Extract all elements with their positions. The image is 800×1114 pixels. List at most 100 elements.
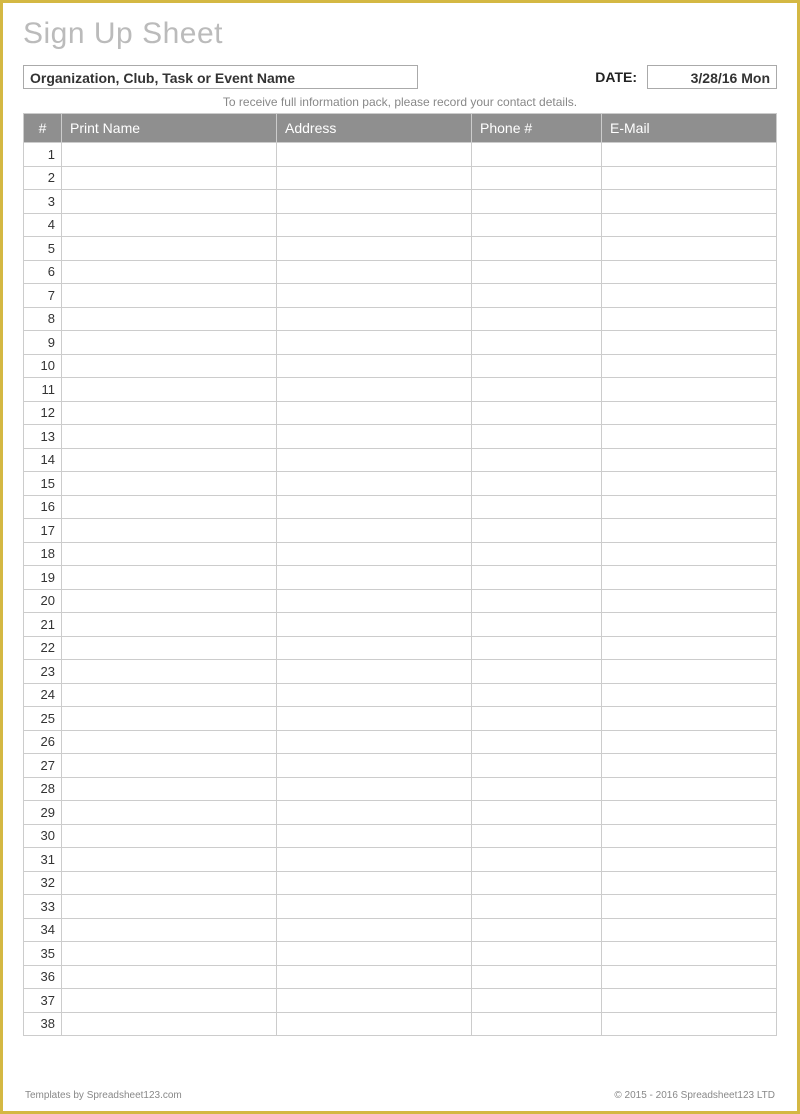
cell-email[interactable] [602, 589, 777, 613]
cell-name[interactable] [62, 542, 277, 566]
cell-email[interactable] [602, 495, 777, 519]
cell-address[interactable] [277, 331, 472, 355]
cell-num[interactable]: 23 [24, 660, 62, 684]
cell-address[interactable] [277, 824, 472, 848]
cell-email[interactable] [602, 166, 777, 190]
cell-email[interactable] [602, 683, 777, 707]
cell-phone[interactable] [472, 519, 602, 543]
cell-address[interactable] [277, 989, 472, 1013]
cell-phone[interactable] [472, 331, 602, 355]
date-field[interactable]: 3/28/16 Mon [647, 65, 777, 89]
cell-phone[interactable] [472, 707, 602, 731]
cell-name[interactable] [62, 636, 277, 660]
cell-num[interactable]: 35 [24, 942, 62, 966]
cell-email[interactable] [602, 331, 777, 355]
cell-address[interactable] [277, 237, 472, 261]
cell-address[interactable] [277, 260, 472, 284]
cell-email[interactable] [602, 401, 777, 425]
cell-phone[interactable] [472, 613, 602, 637]
cell-num[interactable]: 30 [24, 824, 62, 848]
cell-address[interactable] [277, 566, 472, 590]
cell-num[interactable]: 27 [24, 754, 62, 778]
cell-address[interactable] [277, 895, 472, 919]
cell-email[interactable] [602, 942, 777, 966]
cell-email[interactable] [602, 660, 777, 684]
cell-num[interactable]: 17 [24, 519, 62, 543]
cell-phone[interactable] [472, 260, 602, 284]
cell-email[interactable] [602, 918, 777, 942]
cell-num[interactable]: 11 [24, 378, 62, 402]
cell-name[interactable] [62, 660, 277, 684]
cell-email[interactable] [602, 284, 777, 308]
cell-address[interactable] [277, 519, 472, 543]
cell-phone[interactable] [472, 542, 602, 566]
cell-name[interactable] [62, 519, 277, 543]
cell-address[interactable] [277, 1012, 472, 1036]
cell-name[interactable] [62, 190, 277, 214]
cell-name[interactable] [62, 425, 277, 449]
cell-email[interactable] [602, 566, 777, 590]
cell-num[interactable]: 22 [24, 636, 62, 660]
cell-address[interactable] [277, 777, 472, 801]
cell-num[interactable]: 18 [24, 542, 62, 566]
cell-phone[interactable] [472, 824, 602, 848]
cell-num[interactable]: 37 [24, 989, 62, 1013]
cell-email[interactable] [602, 636, 777, 660]
cell-phone[interactable] [472, 895, 602, 919]
cell-email[interactable] [602, 425, 777, 449]
cell-num[interactable]: 6 [24, 260, 62, 284]
cell-name[interactable] [62, 284, 277, 308]
cell-name[interactable] [62, 143, 277, 167]
cell-num[interactable]: 16 [24, 495, 62, 519]
cell-num[interactable]: 25 [24, 707, 62, 731]
cell-name[interactable] [62, 824, 277, 848]
cell-email[interactable] [602, 754, 777, 778]
cell-num[interactable]: 31 [24, 848, 62, 872]
cell-email[interactable] [602, 848, 777, 872]
cell-email[interactable] [602, 307, 777, 331]
cell-name[interactable] [62, 989, 277, 1013]
cell-num[interactable]: 5 [24, 237, 62, 261]
cell-address[interactable] [277, 166, 472, 190]
cell-address[interactable] [277, 472, 472, 496]
cell-address[interactable] [277, 354, 472, 378]
cell-email[interactable] [602, 871, 777, 895]
cell-email[interactable] [602, 213, 777, 237]
cell-name[interactable] [62, 1012, 277, 1036]
cell-num[interactable]: 32 [24, 871, 62, 895]
cell-email[interactable] [602, 895, 777, 919]
cell-num[interactable]: 15 [24, 472, 62, 496]
cell-address[interactable] [277, 401, 472, 425]
cell-name[interactable] [62, 613, 277, 637]
cell-num[interactable]: 28 [24, 777, 62, 801]
cell-address[interactable] [277, 942, 472, 966]
cell-phone[interactable] [472, 143, 602, 167]
cell-phone[interactable] [472, 730, 602, 754]
cell-name[interactable] [62, 871, 277, 895]
cell-email[interactable] [602, 542, 777, 566]
cell-name[interactable] [62, 331, 277, 355]
cell-phone[interactable] [472, 190, 602, 214]
cell-name[interactable] [62, 307, 277, 331]
cell-email[interactable] [602, 824, 777, 848]
cell-phone[interactable] [472, 495, 602, 519]
cell-phone[interactable] [472, 472, 602, 496]
cell-address[interactable] [277, 660, 472, 684]
cell-num[interactable]: 21 [24, 613, 62, 637]
cell-address[interactable] [277, 918, 472, 942]
cell-num[interactable]: 36 [24, 965, 62, 989]
cell-phone[interactable] [472, 636, 602, 660]
cell-address[interactable] [277, 284, 472, 308]
cell-num[interactable]: 13 [24, 425, 62, 449]
cell-email[interactable] [602, 801, 777, 825]
cell-num[interactable]: 1 [24, 143, 62, 167]
cell-email[interactable] [602, 354, 777, 378]
cell-email[interactable] [602, 730, 777, 754]
cell-name[interactable] [62, 848, 277, 872]
cell-phone[interactable] [472, 448, 602, 472]
cell-address[interactable] [277, 190, 472, 214]
cell-email[interactable] [602, 378, 777, 402]
cell-email[interactable] [602, 707, 777, 731]
cell-name[interactable] [62, 566, 277, 590]
cell-address[interactable] [277, 425, 472, 449]
